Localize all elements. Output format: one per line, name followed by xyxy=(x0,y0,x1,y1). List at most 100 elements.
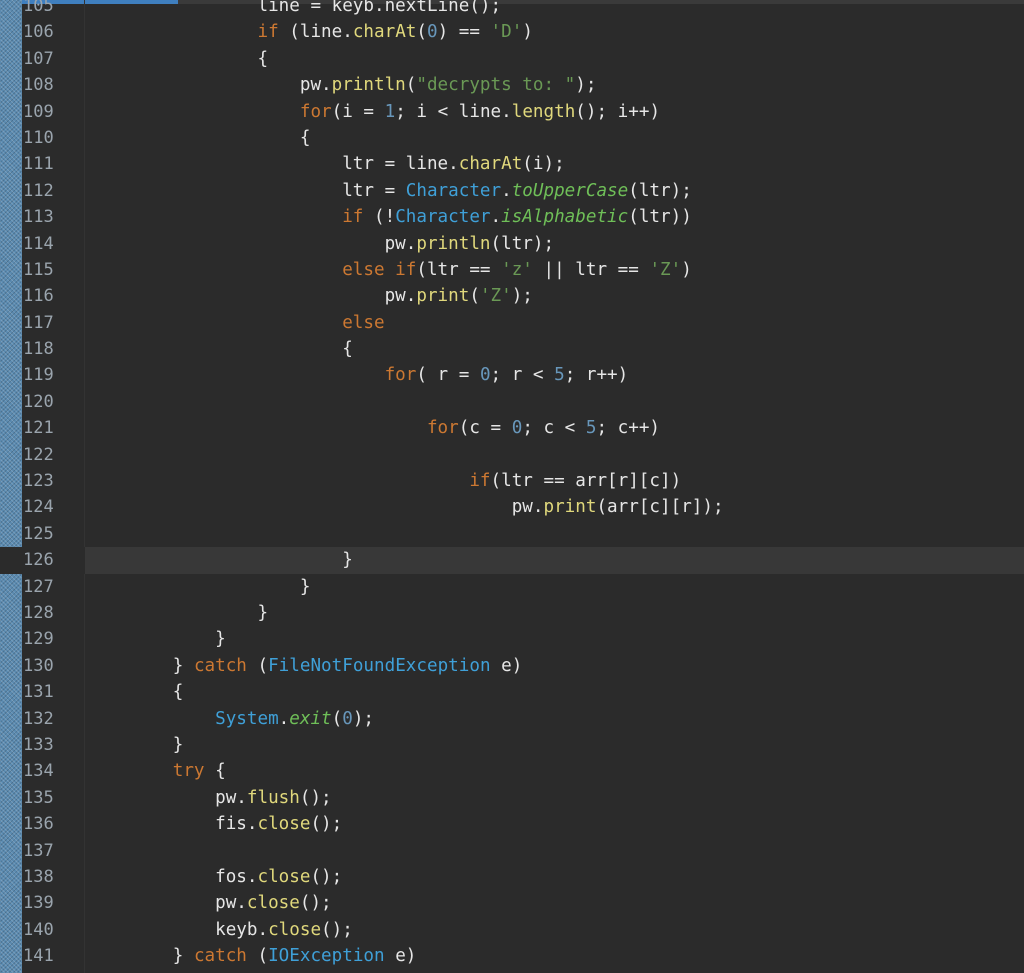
code-line[interactable]: 109 for(i = 1; i < line.length(); i++) xyxy=(0,99,1024,125)
code-line[interactable]: 121 for(c = 0; c < 5; c++) xyxy=(0,415,1024,441)
code-line[interactable]: 129 } xyxy=(0,626,1024,652)
line-number: 119 xyxy=(23,365,54,386)
code-line[interactable]: 116 pw.print('Z'); xyxy=(0,283,1024,309)
code-line[interactable]: 132 System.exit(0); xyxy=(0,706,1024,732)
code-line[interactable]: 130 } catch (FileNotFoundException e) xyxy=(0,653,1024,679)
token: toUpperCase xyxy=(511,180,629,201)
code-line[interactable]: 136 fis.close(); xyxy=(0,811,1024,837)
token: else xyxy=(342,312,385,333)
token: ( xyxy=(416,22,427,43)
token: ( xyxy=(331,708,343,729)
line-text: try { xyxy=(88,758,226,784)
token: length xyxy=(511,101,576,122)
code-line[interactable]: 122 xyxy=(0,442,1024,468)
code-line[interactable]: 124 pw.print(arr[c][r]); xyxy=(0,494,1024,520)
line-number: 120 xyxy=(23,391,54,412)
code-line[interactable]: 117 else xyxy=(0,310,1024,336)
line-text: } catch (IOException e) xyxy=(88,943,417,969)
code-line[interactable]: 135 pw.flush(); xyxy=(0,785,1024,811)
line-text: System.exit(0); xyxy=(88,706,374,732)
code-line[interactable]: 137 xyxy=(0,838,1024,864)
line-number: 106 xyxy=(23,22,54,43)
token: catch xyxy=(193,655,247,676)
line-text: else if(ltr == 'z' || ltr == 'Z') xyxy=(88,257,692,283)
code-line[interactable]: 128 } xyxy=(0,600,1024,626)
code-line[interactable]: 115 else if(ltr == 'z' || ltr == 'Z') xyxy=(0,257,1024,283)
line-text: for(c = 0; c < 5; c++) xyxy=(88,415,660,441)
token: } xyxy=(88,734,184,755)
line-number: 111 xyxy=(23,154,54,175)
token: { xyxy=(204,761,226,782)
line-text: pw.println("decrypts to: "); xyxy=(88,72,597,98)
token: 0 xyxy=(426,22,438,43)
token: ; r++) xyxy=(564,365,629,386)
line-number: 124 xyxy=(23,497,54,518)
line-text: for( r = 0; r < 5; r++) xyxy=(88,362,629,388)
token: { xyxy=(88,339,353,360)
code-line[interactable]: 131 { xyxy=(0,679,1024,705)
code-lines[interactable]: 105 line = keyb.nextLine(); 106 if (line.… xyxy=(0,0,1024,969)
code-line[interactable]: 107 { xyxy=(0,46,1024,72)
code-line[interactable]: 126 } xyxy=(0,547,1024,574)
token: exit xyxy=(289,708,332,729)
token: 'Z' xyxy=(649,259,682,280)
code-line[interactable]: 120 xyxy=(0,389,1024,415)
line-text: pw.close(); xyxy=(88,890,332,916)
line-number: 127 xyxy=(23,576,54,597)
code-line[interactable]: 111 ltr = line.charAt(i); xyxy=(0,151,1024,177)
line-text: if (line.charAt(0) == 'D') xyxy=(88,19,532,45)
line-number: 129 xyxy=(23,629,54,650)
code-line[interactable]: 127 } xyxy=(0,574,1024,600)
code-line[interactable]: 113 if (!Character.isAlphabetic(ltr)) xyxy=(0,204,1024,230)
token: ) == xyxy=(437,22,491,43)
token: for xyxy=(384,365,417,386)
token: fis. xyxy=(88,814,258,835)
line-text: line = keyb.nextLine(); xyxy=(88,0,501,19)
token: 0 xyxy=(479,365,491,386)
token: pw. xyxy=(88,893,247,914)
token: (ltr); xyxy=(628,180,692,201)
token: print xyxy=(543,497,597,518)
code-line[interactable]: 140 keyb.close(); xyxy=(0,917,1024,943)
code-line[interactable]: 114 pw.println(ltr); xyxy=(0,231,1024,257)
line-number: 116 xyxy=(23,286,54,307)
code-line[interactable]: 141 } catch (IOException e) xyxy=(0,943,1024,969)
code-line[interactable]: 134 try { xyxy=(0,758,1024,784)
code-line[interactable]: 118 { xyxy=(0,336,1024,362)
token: pw. xyxy=(88,787,247,808)
line-text: else xyxy=(88,310,385,336)
code-line[interactable]: 125 xyxy=(0,521,1024,547)
code-editor[interactable]: 105 line = keyb.nextLine(); 106 if (line.… xyxy=(0,0,1024,973)
line-text: pw.print('Z'); xyxy=(88,283,533,309)
code-line[interactable]: 108 pw.println("decrypts to: "); xyxy=(0,72,1024,98)
token: ; r < xyxy=(490,365,555,386)
line-text: for(i = 1; i < line.length(); i++) xyxy=(88,99,660,125)
line-number: 114 xyxy=(23,233,54,254)
token: } xyxy=(88,550,353,571)
code-line[interactable]: 123 if(ltr == arr[r][c]) xyxy=(0,468,1024,494)
code-line[interactable]: 105 line = keyb.nextLine(); xyxy=(0,0,1024,19)
code-line[interactable]: 139 pw.close(); xyxy=(0,890,1024,916)
token: if xyxy=(342,207,364,228)
token: ( xyxy=(246,655,269,676)
code-line[interactable]: 110 { xyxy=(0,125,1024,151)
line-number: 107 xyxy=(23,48,54,69)
token: { xyxy=(88,48,269,69)
token: ; c++) xyxy=(596,418,661,439)
token: close xyxy=(257,866,311,887)
code-line[interactable]: 106 if (line.charAt(0) == 'D') xyxy=(0,19,1024,45)
code-line[interactable]: 112 ltr = Character.toUpperCase(ltr); xyxy=(0,178,1024,204)
line-text: fis.close(); xyxy=(88,811,342,837)
line-text: { xyxy=(88,679,184,705)
line-number: 128 xyxy=(23,602,54,623)
token: 5 xyxy=(585,418,597,439)
token: pw. xyxy=(88,497,544,518)
code-line[interactable]: 119 for( r = 0; r < 5; r++) xyxy=(0,362,1024,388)
line-number: 132 xyxy=(23,708,54,729)
code-line[interactable]: 133 } xyxy=(0,732,1024,758)
code-line[interactable]: 138 fos.close(); xyxy=(0,864,1024,890)
line-text: fos.close(); xyxy=(88,864,342,890)
line-text: { xyxy=(88,46,268,72)
